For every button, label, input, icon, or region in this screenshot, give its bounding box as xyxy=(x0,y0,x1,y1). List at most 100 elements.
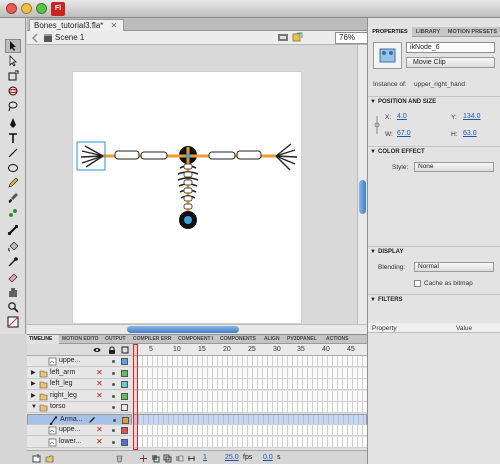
vertical-scroll-thumb[interactable] xyxy=(359,180,366,214)
hidden-layer-icon[interactable]: ✕ xyxy=(96,437,103,447)
tab-actions[interactable]: ACTIONS xyxy=(324,335,358,344)
document-tab[interactable]: Bones_tutorial3.fla* ✕ xyxy=(29,19,125,31)
layer-row[interactable]: ▶ left_arm ✕ xyxy=(27,368,132,379)
frame-row[interactable] xyxy=(133,379,367,390)
hidden-layer-icon[interactable]: ✕ xyxy=(96,379,103,389)
style-select[interactable]: None xyxy=(414,162,494,172)
edit-symbols-icon[interactable] xyxy=(291,32,303,43)
bone-tool[interactable] xyxy=(5,223,21,237)
lock-dot[interactable] xyxy=(113,419,116,422)
line-tool[interactable] xyxy=(5,146,21,160)
delete-layer-icon[interactable] xyxy=(115,454,124,463)
frame-row[interactable] xyxy=(133,414,367,425)
free-transform-tool[interactable] xyxy=(5,69,21,83)
color-effect-header[interactable]: ▼ COLOR EFFECT xyxy=(368,146,500,156)
tab-properties[interactable]: PROPERTIES xyxy=(368,27,412,37)
tab-component-inspector[interactable]: COMPONENT I xyxy=(176,335,217,344)
tab-compiler-errors[interactable]: COMPILER ERR xyxy=(131,335,175,344)
stroke-color-swatch[interactable] xyxy=(5,315,21,329)
lock-dot[interactable] xyxy=(112,395,115,398)
eye-icon[interactable] xyxy=(93,346,101,354)
frame-row[interactable] xyxy=(133,368,367,379)
frame-row[interactable] xyxy=(133,437,367,448)
y-value[interactable]: 134.0 xyxy=(463,113,481,120)
layer-row[interactable]: ▶ right_leg ✕ xyxy=(27,391,132,402)
w-value[interactable]: 67.0 xyxy=(397,130,411,137)
outline-color-swatch[interactable] xyxy=(121,439,128,446)
frame-row[interactable] xyxy=(133,356,367,367)
lock-dot[interactable] xyxy=(112,429,115,432)
hidden-layer-icon[interactable]: ✕ xyxy=(96,425,103,435)
outline-color-swatch[interactable] xyxy=(121,370,128,377)
outline-color-swatch[interactable] xyxy=(121,393,128,400)
selection-tool[interactable] xyxy=(5,39,21,53)
onion-outline-icon[interactable] xyxy=(163,454,172,463)
layer-row[interactable]: ▶ left_leg ✕ xyxy=(27,379,132,390)
frame-row[interactable] xyxy=(133,391,367,402)
outline-color-swatch[interactable] xyxy=(121,358,128,365)
outline-color-swatch[interactable] xyxy=(121,381,128,388)
3d-rotation-tool[interactable] xyxy=(5,84,21,98)
elapsed-time-value[interactable]: 0.0 xyxy=(263,454,273,461)
center-frame-icon[interactable] xyxy=(139,454,148,463)
lock-dot[interactable] xyxy=(112,383,115,386)
layer-row[interactable]: uppe... xyxy=(27,356,132,367)
stage-horizontal-scrollbar[interactable] xyxy=(27,324,367,334)
tab-library[interactable]: LIBRARY xyxy=(412,27,444,37)
eyedropper-tool[interactable] xyxy=(5,255,21,269)
frame-row[interactable] xyxy=(133,425,367,436)
cache-bitmap-checkbox[interactable] xyxy=(414,280,421,287)
instance-name-field[interactable]: ikNode_6 xyxy=(406,42,495,53)
stage-vertical-scrollbar[interactable] xyxy=(357,45,367,324)
zoom-window-button[interactable] xyxy=(36,3,47,14)
playhead[interactable] xyxy=(133,344,138,450)
display-header[interactable]: ▼ DISPLAY xyxy=(368,246,500,256)
lock-proportions-icon[interactable] xyxy=(374,114,380,136)
expand-triangle-icon[interactable]: ▶ xyxy=(31,368,36,378)
tab-pv3dpanel[interactable]: PV3DPANEL xyxy=(285,335,323,344)
lock-icon[interactable] xyxy=(108,346,116,354)
left-hand-selected[interactable] xyxy=(76,141,106,171)
back-arrow-icon[interactable] xyxy=(31,33,39,43)
hidden-layer-icon[interactable]: ✕ xyxy=(96,368,103,378)
layer-row[interactable]: ▼ torso xyxy=(27,402,132,413)
layer-row[interactable]: Arma... xyxy=(27,414,132,425)
deco-tool[interactable] xyxy=(5,206,21,220)
edit-multiple-frames-icon[interactable] xyxy=(175,454,184,463)
pencil-tool[interactable] xyxy=(5,176,21,190)
lock-dot[interactable] xyxy=(112,441,115,444)
onion-markers-icon[interactable] xyxy=(187,454,196,463)
fps-value[interactable]: 25.0 xyxy=(225,454,239,461)
position-size-header[interactable]: ▼ POSITION AND SIZE xyxy=(368,96,500,106)
expand-triangle-icon[interactable]: ▶ xyxy=(31,379,36,389)
tab-output[interactable]: OUTPUT xyxy=(103,335,130,344)
hidden-layer-icon[interactable]: ✕ xyxy=(96,391,103,401)
blending-select[interactable]: Normal xyxy=(414,262,494,272)
text-tool[interactable] xyxy=(5,131,21,145)
pen-tool[interactable] xyxy=(5,116,21,130)
oval-tool[interactable] xyxy=(5,161,21,175)
eraser-tool[interactable] xyxy=(5,270,21,284)
tab-motion-presets[interactable]: MOTION PRESETS xyxy=(444,27,500,37)
outline-color-swatch[interactable] xyxy=(121,404,128,411)
horizontal-scroll-thumb[interactable] xyxy=(127,326,239,333)
outline-icon[interactable] xyxy=(121,346,129,354)
close-icon[interactable]: ✕ xyxy=(111,21,118,30)
onion-skin-icon[interactable] xyxy=(151,454,160,463)
layer-row[interactable]: lower... ✕ xyxy=(27,437,132,448)
layer-row[interactable]: uppe... ✕ xyxy=(27,425,132,436)
brush-tool[interactable] xyxy=(5,191,21,205)
x-value[interactable]: 4.0 xyxy=(397,113,407,120)
minimize-window-button[interactable] xyxy=(21,3,32,14)
outline-color-swatch[interactable] xyxy=(122,417,129,424)
outline-color-swatch[interactable] xyxy=(121,427,128,434)
edit-scene-icon[interactable] xyxy=(277,32,289,43)
right-hand[interactable] xyxy=(275,143,298,171)
lock-dot[interactable] xyxy=(112,406,115,409)
hand-tool[interactable] xyxy=(5,285,21,299)
scene-label[interactable]: Scene 1 xyxy=(55,33,84,42)
tab-components[interactable]: COMPONENTS xyxy=(218,335,261,344)
h-value[interactable]: 63.0 xyxy=(463,130,477,137)
subselection-tool[interactable] xyxy=(5,54,21,68)
current-frame-value[interactable]: 1 xyxy=(203,454,207,461)
